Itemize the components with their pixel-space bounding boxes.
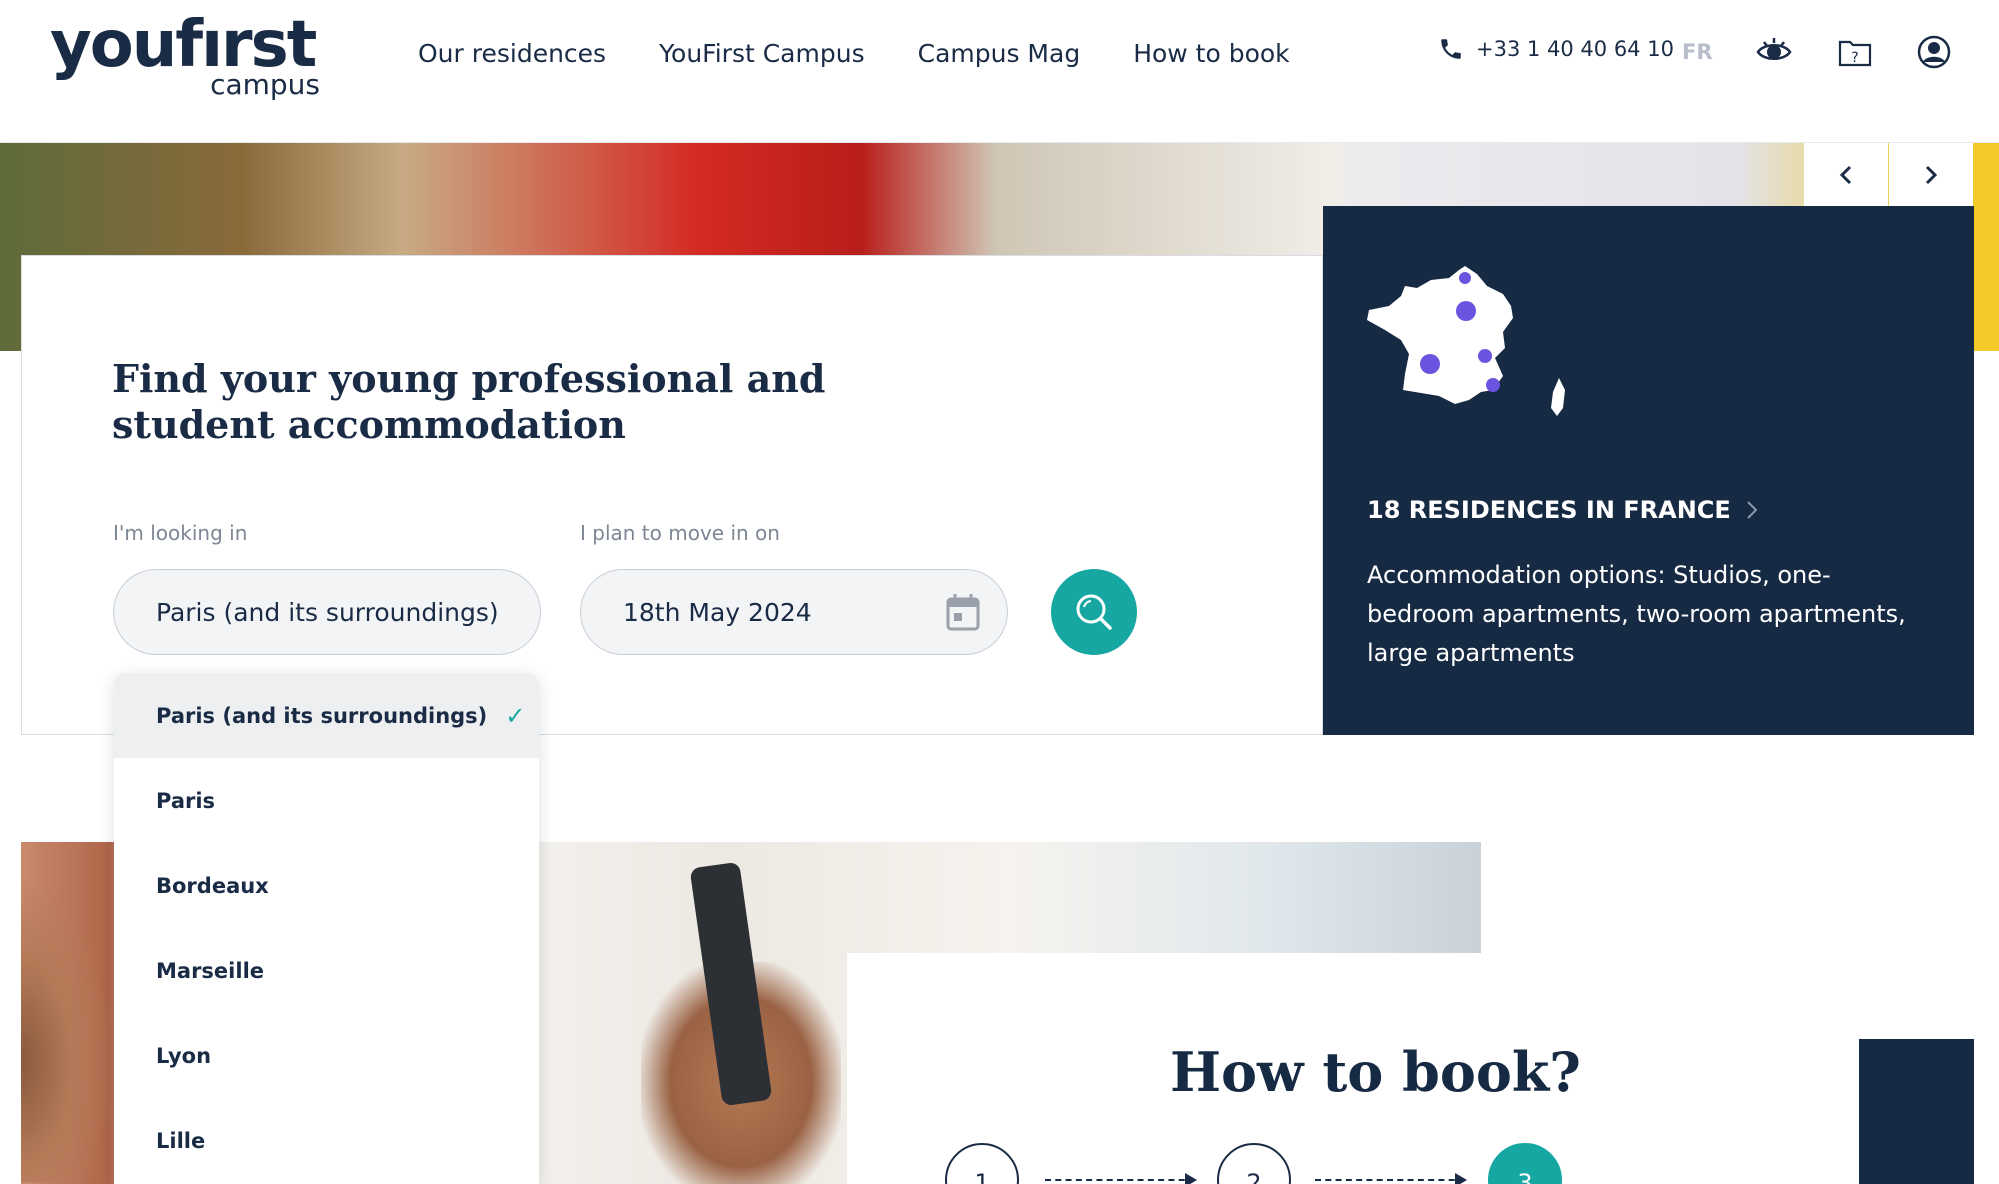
move-in-date-label: I plan to move in on [580,521,780,545]
phone-number: +33 1 40 40 64 10 [1476,37,1674,61]
step-2-badge: 2 [1217,1143,1291,1184]
accommodation-options-text: Accommodation options: Studios, one-bedr… [1367,561,1906,667]
search-button[interactable] [1051,569,1137,655]
step-1-badge: 1 [945,1143,1019,1184]
dropdown-option-label: Lille [156,1128,206,1153]
how-to-book-card: How to book? 1 2 3 [847,953,1999,1184]
dropdown-option-paris-surroundings[interactable]: Paris (and its surroundings) ✓ [114,673,539,758]
location-select[interactable]: Paris (and its surroundings) [113,569,541,655]
location-label: I'm looking in [113,521,248,545]
search-icon [1076,594,1112,630]
step-arrow-head [1185,1173,1197,1184]
dropdown-option-marseille[interactable]: Marseille [114,928,539,1013]
phone-icon [1441,39,1461,59]
youfirst-campus-logo[interactable]: youfırst campus [50,10,320,101]
residences-link[interactable]: 18 RESIDENCES IN FRANCE [1367,496,1759,524]
nav-campus-mag[interactable]: Campus Mag [918,34,1081,74]
carousel-prev-button[interactable] [1804,143,1888,207]
language-switch-fr[interactable]: FR [1682,40,1713,64]
dropdown-option-label: Paris (and its surroundings) [156,703,488,728]
dropdown-option-paris[interactable]: Paris [114,758,539,843]
svg-text:?: ? [1851,50,1858,66]
site-header: youfırst campus Our residences YouFirst … [0,0,1999,143]
nav-our-residences[interactable]: Our residences [418,34,606,74]
location-value: Paris (and its surroundings) [156,597,499,627]
step-connector [1315,1179,1465,1181]
nav-how-to-book[interactable]: How to book [1133,34,1289,74]
dropdown-option-label: Paris [156,788,216,813]
calendar-icon[interactable] [945,592,981,632]
chevron-right-icon [1925,165,1938,185]
nav-youfirst-campus[interactable]: YouFirst Campus [659,34,865,74]
carousel-next-button[interactable] [1889,143,1973,207]
main-nav: Our residences YouFirst Campus Campus Ma… [418,34,1290,74]
help-folder-icon[interactable]: ? [1837,34,1873,70]
user-account-icon[interactable] [1916,34,1952,70]
residences-count-heading: 18 RESIDENCES IN FRANCE [1367,496,1731,524]
france-map-icon [1367,266,1565,416]
step-arrow-head [1455,1173,1467,1184]
location-dropdown: Paris (and its surroundings) ✓ Paris Bor… [114,673,539,1184]
page-title: Find your young professional and student… [112,356,826,447]
dropdown-option-lyon[interactable]: Lyon [114,1013,539,1098]
how-to-book-title: How to book? [1170,1040,1581,1104]
chevron-right-icon [1747,501,1758,519]
dropdown-option-lille[interactable]: Lille [114,1098,539,1183]
dropdown-option-label: Lyon [156,1043,212,1068]
move-in-date-value: 18th May 2024 [623,597,812,627]
dropdown-option-label: Marseille [156,958,265,983]
step-connector [1045,1179,1195,1181]
move-in-date-field[interactable]: 18th May 2024 [580,569,1008,655]
search-card: Find your young professional and student… [21,255,1323,735]
dropdown-option-bordeaux[interactable]: Bordeaux [114,843,539,928]
photo-person [21,882,111,1182]
checkmark-icon: ✓ [505,701,526,730]
logo-subtitle: campus [210,68,320,101]
phone-contact[interactable]: +33 1 40 40 64 10 [1438,36,1674,62]
step-3-badge: 3 [1488,1143,1562,1184]
chevron-left-icon [1839,165,1852,185]
decorative-navy-block [1859,1039,1974,1184]
dropdown-option-label: Bordeaux [156,873,269,898]
accessibility-eye-icon[interactable] [1756,34,1792,70]
residences-info-panel: 18 RESIDENCES IN FRANCE Accommodation op… [1323,206,1974,735]
